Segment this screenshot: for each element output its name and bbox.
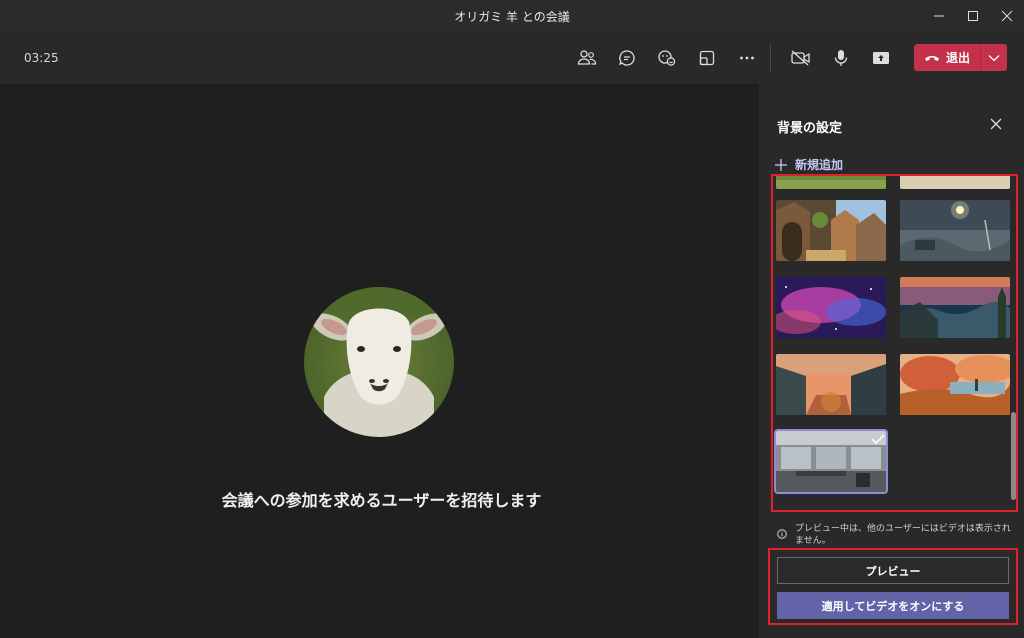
background-thumb-fantasy-town[interactable] [776, 200, 886, 261]
close-window-icon[interactable] [990, 0, 1024, 32]
selected-check-icon [871, 434, 885, 444]
window-title: オリガミ 羊 との会議 [454, 9, 570, 24]
preview-notice-text: プレビュー中は、他のユーザーにはビデオは表示されません。 [795, 524, 1011, 546]
info-icon [777, 529, 787, 539]
preview-button[interactable]: プレビュー [777, 557, 1009, 584]
background-thumb-coast-night[interactable] [900, 277, 1010, 338]
window-controls [922, 0, 1024, 32]
scrollbar-thumb[interactable] [1011, 412, 1016, 500]
chat-icon[interactable] [607, 41, 647, 75]
background-thumb-nebula[interactable] [776, 277, 886, 338]
background-gallery [771, 174, 1018, 512]
meeting-stage: 会議への参加を求めるユーザーを招待します [0, 84, 759, 638]
leave-button[interactable]: 退出 [914, 44, 1007, 71]
background-thumb-autumn-street[interactable] [776, 354, 886, 415]
leave-options-button[interactable] [980, 44, 1007, 71]
action-buttons: プレビュー 適用してビデオをオンにする [768, 548, 1018, 625]
background-thumb-sand[interactable] [900, 176, 1010, 189]
more-icon[interactable] [727, 41, 767, 75]
apply-and-turn-on-video-button[interactable]: 適用してビデオをオンにする [777, 592, 1009, 619]
chevron-down-icon [988, 54, 1000, 61]
reactions-icon[interactable] [647, 41, 687, 75]
background-thumb-space-station[interactable] [900, 200, 1010, 261]
background-thumb-forest[interactable] [776, 176, 886, 189]
invite-prompt: 会議への参加を求めるユーザーを招待します [221, 491, 542, 510]
panel-title: 背景の設定 [777, 121, 843, 136]
meeting-timer: 03:25 [24, 51, 59, 65]
add-new-button[interactable]: 新規追加 [775, 156, 843, 173]
mic-icon[interactable] [821, 41, 861, 75]
share-icon[interactable] [861, 41, 901, 75]
close-icon[interactable] [988, 116, 1004, 132]
background-thumb-autumn-cliff[interactable] [900, 354, 1010, 415]
maximize-icon[interactable] [956, 0, 990, 32]
toolbar-actions [567, 41, 767, 75]
participants-icon[interactable] [567, 41, 607, 75]
toolbar-divider [770, 44, 771, 72]
background-settings-panel: 背景の設定 新規追加 プレビュー中は、他のユーザーにはビデオは表示されません。 … [759, 84, 1024, 638]
media-controls [781, 41, 901, 75]
rooms-icon[interactable] [687, 41, 727, 75]
leave-label: 退出 [945, 51, 970, 65]
avatar [304, 287, 454, 437]
background-thumb-office[interactable] [774, 429, 888, 494]
minimize-icon[interactable] [922, 0, 956, 32]
hangup-icon [924, 55, 939, 61]
camera-off-icon[interactable] [781, 41, 821, 75]
leave-main-button[interactable]: 退出 [914, 44, 980, 71]
add-new-label: 新規追加 [795, 158, 844, 172]
title-bar: オリガミ 羊 との会議 [0, 0, 1024, 32]
preview-notice: プレビュー中は、他のユーザーにはビデオは表示されません。 [777, 523, 1017, 547]
plus-icon [775, 158, 787, 171]
gallery-scrollbar[interactable] [1008, 176, 1016, 510]
